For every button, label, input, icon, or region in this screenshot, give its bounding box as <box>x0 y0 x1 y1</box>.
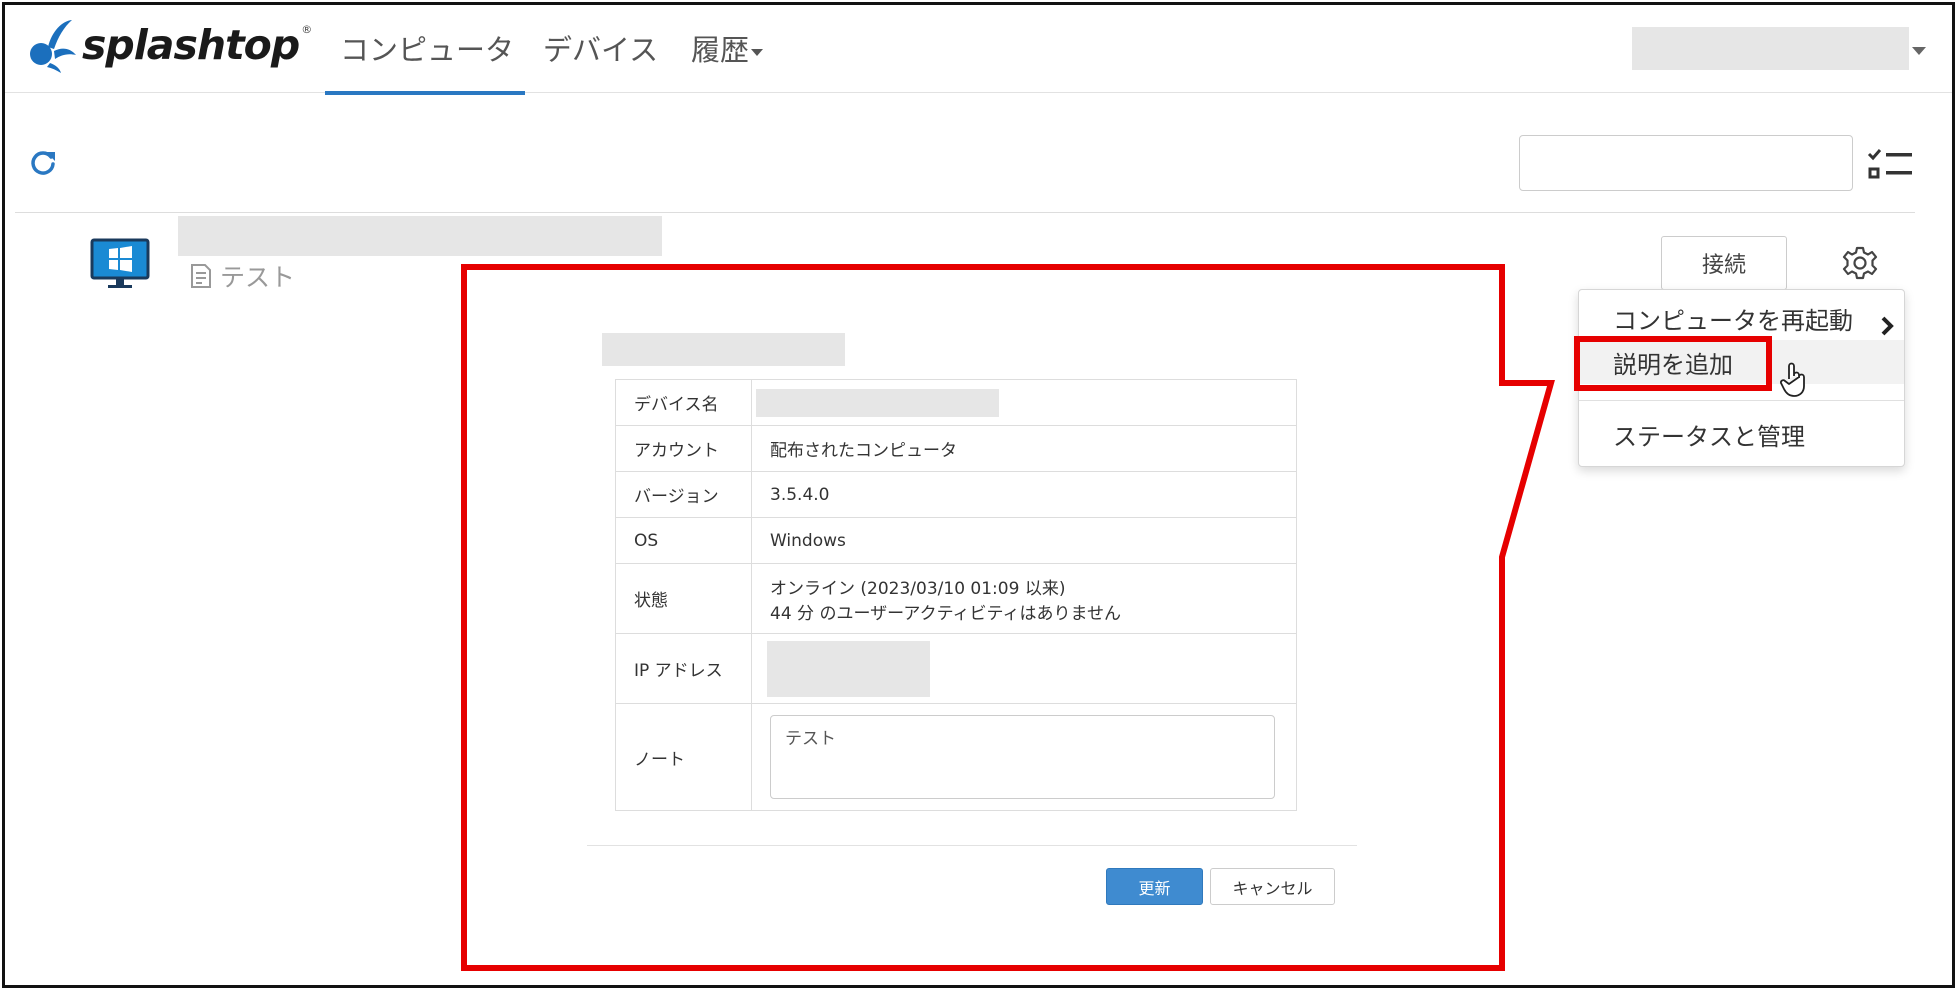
device-info-table: デバイス名 アカウント 配布されたコンピュータ バージョン 3.5.4.0 OS… <box>615 379 1297 811</box>
table-row: アカウント 配布されたコンピュータ <box>615 425 1297 472</box>
ip-address-redacted <box>767 640 930 697</box>
menu-item-restart-computer[interactable]: コンピュータを再起動 <box>1579 298 1904 338</box>
version-value: 3.5.4.0 <box>751 471 1297 518</box>
logo-wordmark: splashtop <box>82 21 300 69</box>
tab-devices-label: デバイス <box>543 33 659 67</box>
tab-computers[interactable]: コンピュータ <box>340 27 514 93</box>
logo-registered-mark: ® <box>301 23 313 36</box>
cancel-button[interactable]: キャンセル <box>1210 868 1335 905</box>
dialog-footer-divider <box>587 845 1357 846</box>
note-textarea[interactable]: テスト <box>770 715 1275 799</box>
os-value: Windows <box>751 517 1297 564</box>
ip-address-value <box>751 633 1297 704</box>
status-online-text: オンライン (2023/03/10 01:09 以来) <box>770 578 1066 599</box>
computer-note-text: テスト <box>220 263 296 292</box>
chevron-right-icon <box>1881 316 1894 336</box>
device-name-value <box>751 379 1297 426</box>
splashtop-logo[interactable]: splashtop ® <box>28 17 312 73</box>
table-row: デバイス名 <box>615 379 1297 426</box>
menu-item-restart-label: コンピュータを再起動 <box>1613 306 1853 335</box>
search-input[interactable] <box>1519 135 1853 191</box>
table-row: ノート テスト <box>615 703 1297 811</box>
gear-icon[interactable] <box>1842 245 1878 281</box>
active-tab-indicator <box>325 91 525 95</box>
top-header: splashtop ® コンピュータ デバイス 履歴 <box>5 5 1952 95</box>
tab-computers-label: コンピュータ <box>340 33 515 67</box>
tab-history[interactable]: 履歴 <box>691 27 764 93</box>
update-button[interactable]: 更新 <box>1106 868 1203 905</box>
hand-pointer-icon <box>1780 362 1805 397</box>
splashtop-logo-icon <box>30 20 76 73</box>
chevron-down-icon[interactable] <box>1912 47 1926 55</box>
ip-address-key: IP アドレス <box>615 633 752 704</box>
menu-item-status-label: ステータスと管理 <box>1613 422 1805 451</box>
version-key: バージョン <box>615 471 752 518</box>
status-key: 状態 <box>615 563 752 634</box>
os-key: OS <box>615 517 752 564</box>
account-value: 配布されたコンピュータ <box>751 425 1297 472</box>
device-name-key: デバイス名 <box>615 379 752 426</box>
dialog-title-redacted <box>602 333 845 366</box>
status-value: オンライン (2023/03/10 01:09 以来) 44 分 のユーザーアク… <box>751 563 1297 634</box>
account-key: アカウント <box>615 425 752 472</box>
computer-note: テスト <box>190 258 295 294</box>
status-activity-text: 44 分 のユーザーアクティビティはありません <box>770 603 1122 624</box>
chevron-down-icon <box>751 48 764 56</box>
note-value: テスト <box>751 703 1297 811</box>
device-name-redacted <box>756 388 999 417</box>
windows-computer-icon <box>90 238 150 288</box>
computer-name-redacted <box>178 216 662 256</box>
connect-button[interactable]: 接続 <box>1661 236 1787 290</box>
note-key: ノート <box>615 703 752 811</box>
table-row: OS Windows <box>615 517 1297 564</box>
refresh-icon[interactable] <box>28 148 58 178</box>
toolbar-divider <box>15 212 1915 213</box>
highlight-box <box>1574 336 1772 391</box>
table-row: バージョン 3.5.4.0 <box>615 471 1297 518</box>
tab-history-label: 履歴 <box>691 33 750 67</box>
tab-devices[interactable]: デバイス <box>543 27 658 93</box>
user-account-menu[interactable] <box>1632 27 1909 70</box>
table-row: IP アドレス <box>615 633 1297 704</box>
menu-divider <box>1579 400 1904 401</box>
multi-select-list-icon[interactable] <box>1866 147 1914 183</box>
note-icon <box>191 264 211 288</box>
table-row: 状態 オンライン (2023/03/10 01:09 以来) 44 分 のユーザ… <box>615 563 1297 634</box>
menu-item-status-management[interactable]: ステータスと管理 <box>1579 412 1904 456</box>
